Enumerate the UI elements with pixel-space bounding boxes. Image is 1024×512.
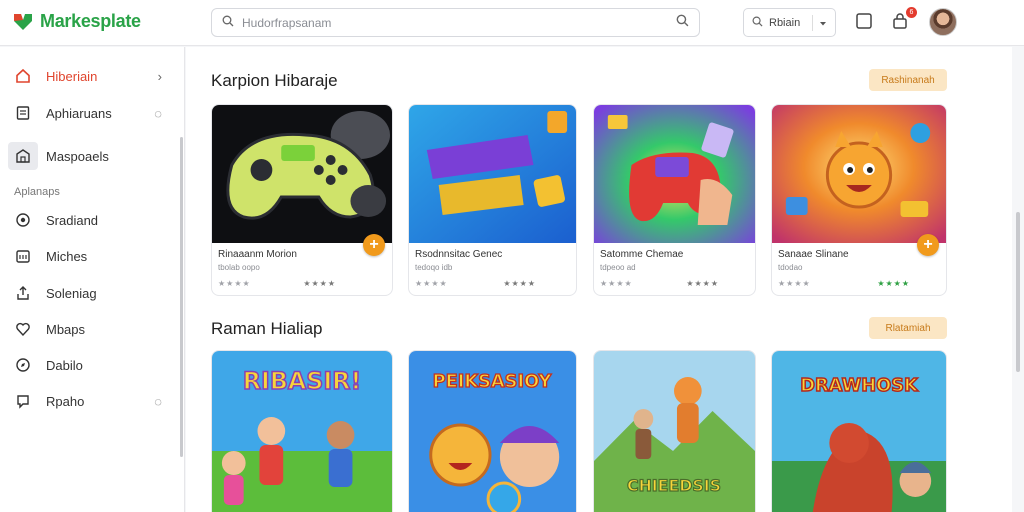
document-icon xyxy=(14,104,32,122)
sidebar-item-favorites[interactable]: Mbaps xyxy=(0,312,180,346)
logo-icon xyxy=(12,10,34,32)
window-icon[interactable] xyxy=(855,12,875,32)
filter-divider xyxy=(812,14,813,31)
game-card[interactable]: RIBASIR! xyxy=(211,350,393,512)
heart-icon xyxy=(14,320,32,338)
sidebar-item-calendar[interactable]: Miches xyxy=(0,239,180,273)
game-thumbnail: RIBASIR! xyxy=(212,351,392,512)
sidebar-item-label: Sradiand xyxy=(46,212,99,228)
sidebar-item-replies[interactable]: Rpaho ◌ xyxy=(0,384,180,418)
marketplace-icon xyxy=(8,142,38,170)
star-rating: ★★★★ xyxy=(778,279,811,288)
secondary-rating: ★★★★ xyxy=(303,279,336,288)
reply-icon xyxy=(14,392,32,410)
chevron-right-icon: › xyxy=(157,68,162,84)
game-thumbnail: PEIKSASIOY xyxy=(409,351,576,512)
game-subtitle: tdpeoo ad xyxy=(600,263,636,272)
game-art-title: PEIKSASIOY xyxy=(433,371,553,392)
star-rating: ★★★★ xyxy=(600,279,633,288)
game-card[interactable]: CHIEEDSIS xyxy=(593,350,756,512)
sidebar-item-label: Miches xyxy=(46,248,88,264)
app-title: Markesplate xyxy=(40,10,141,31)
sidebar-item-explore[interactable]: Dabilo xyxy=(0,348,180,382)
sidebar-item-documents[interactable]: Aphiaruans ◌ xyxy=(0,96,180,130)
add-button[interactable]: + xyxy=(363,234,385,256)
circle-icon: ◌ xyxy=(154,105,162,121)
game-title: Rsodnnsitac Genec xyxy=(415,249,503,260)
game-art-title: CHIEEDSIS xyxy=(627,476,721,495)
section-action-button[interactable]: Rashinanah xyxy=(869,69,947,91)
sidebar-item-label: Rpaho xyxy=(46,393,85,409)
sidebar-section-label: Aplanaps xyxy=(14,186,60,198)
game-title: Sanaae Slinane xyxy=(778,249,849,260)
game-card[interactable]: Rinaaanm Morion tbolab oopo ★★★★ ★★★★ + xyxy=(211,104,393,296)
game-card[interactable]: Sanaae Slinane tdodao ★★★★ ★★★★ + xyxy=(771,104,947,296)
search-icon xyxy=(222,14,234,32)
search-submit-icon[interactable] xyxy=(676,14,689,32)
game-subtitle: tedoqo idb xyxy=(415,263,453,272)
secondary-rating: ★★★★ xyxy=(877,279,910,288)
game-art-title: DRAWHOSK xyxy=(800,375,919,396)
section-title: Raman Hialiap xyxy=(211,319,323,338)
game-card[interactable]: DRAWHOSK xyxy=(771,350,947,512)
calendar-icon xyxy=(14,247,32,265)
star-rating: ★★★★ xyxy=(415,279,448,288)
main-scrollbar[interactable] xyxy=(1016,212,1020,372)
filter-search-icon xyxy=(752,14,763,32)
game-card[interactable]: Satomme Chemae tdpeoo ad ★★★★ ★★★★ xyxy=(593,104,756,296)
notifications-icon[interactable]: 6 xyxy=(891,7,917,32)
sidebar-item-label: Dabilo xyxy=(46,357,83,373)
sidebar-item-marketplace[interactable]: Maspoaels xyxy=(0,139,180,173)
filter-label: Rbiain xyxy=(769,16,801,29)
sidebar-item-label: Hiberiain xyxy=(46,68,98,84)
section-title: Karpion Hibaraje xyxy=(211,71,338,90)
secondary-rating: ★★★★ xyxy=(686,279,719,288)
game-thumbnail xyxy=(594,105,755,243)
record-icon xyxy=(14,211,32,229)
sidebar-item-upload[interactable]: Soleniag xyxy=(0,276,180,310)
game-thumbnail xyxy=(409,105,576,243)
game-thumbnail xyxy=(772,105,946,243)
game-thumbnail: DRAWHOSK xyxy=(772,351,946,512)
game-title: Rinaaanm Morion xyxy=(218,249,297,260)
sidebar-item-home[interactable]: Hiberiain › xyxy=(0,59,180,93)
sidebar: Hiberiain › Aphiaruans ◌ Maspoaels Aplan… xyxy=(0,47,185,512)
sidebar-item-label: Aphiaruans xyxy=(46,105,112,121)
search-placeholder: Hudorfrapsanam xyxy=(242,15,332,30)
game-card[interactable]: Rsodnnsitac Genec tedoqo idb ★★★★ ★★★★ xyxy=(408,104,577,296)
sidebar-scrollbar[interactable] xyxy=(180,137,183,457)
home-icon xyxy=(14,67,32,85)
section-action-button[interactable]: Rlatamiah xyxy=(869,317,947,339)
sidebar-item-record[interactable]: Sradiand xyxy=(0,203,180,237)
top-bar: Markesplate Hudorfrapsanam Rbiain 6 xyxy=(0,0,1024,46)
game-title: Satomme Chemae xyxy=(600,249,684,260)
game-art-title: RIBASIR! xyxy=(243,367,362,395)
avatar[interactable] xyxy=(929,8,957,36)
sidebar-item-label: Mbaps xyxy=(46,321,86,337)
compass-icon xyxy=(14,356,32,374)
add-button[interactable]: + xyxy=(917,234,939,256)
sidebar-item-label: Maspoaels xyxy=(46,148,109,164)
sidebar-item-label: Soleniag xyxy=(46,285,97,301)
notification-badge: 6 xyxy=(906,7,917,18)
secondary-rating: ★★★★ xyxy=(503,279,536,288)
search-input[interactable]: Hudorfrapsanam xyxy=(211,8,700,37)
game-thumbnail: CHIEEDSIS xyxy=(594,351,755,512)
filter-dropdown[interactable]: Rbiain xyxy=(743,8,836,37)
logo[interactable]: Markesplate xyxy=(12,10,141,32)
main-content: Karpion Hibaraje Rashinanah Rinaaanm Mor… xyxy=(186,47,1020,512)
game-subtitle: tbolab oopo xyxy=(218,263,260,272)
star-rating: ★★★★ xyxy=(218,279,251,288)
game-thumbnail xyxy=(212,105,392,243)
chevron-down-icon xyxy=(819,14,827,32)
game-subtitle: tdodao xyxy=(778,263,803,272)
upload-icon xyxy=(14,284,32,302)
game-card[interactable]: PEIKSASIOY xyxy=(408,350,577,512)
circle-icon: ◌ xyxy=(154,393,162,409)
